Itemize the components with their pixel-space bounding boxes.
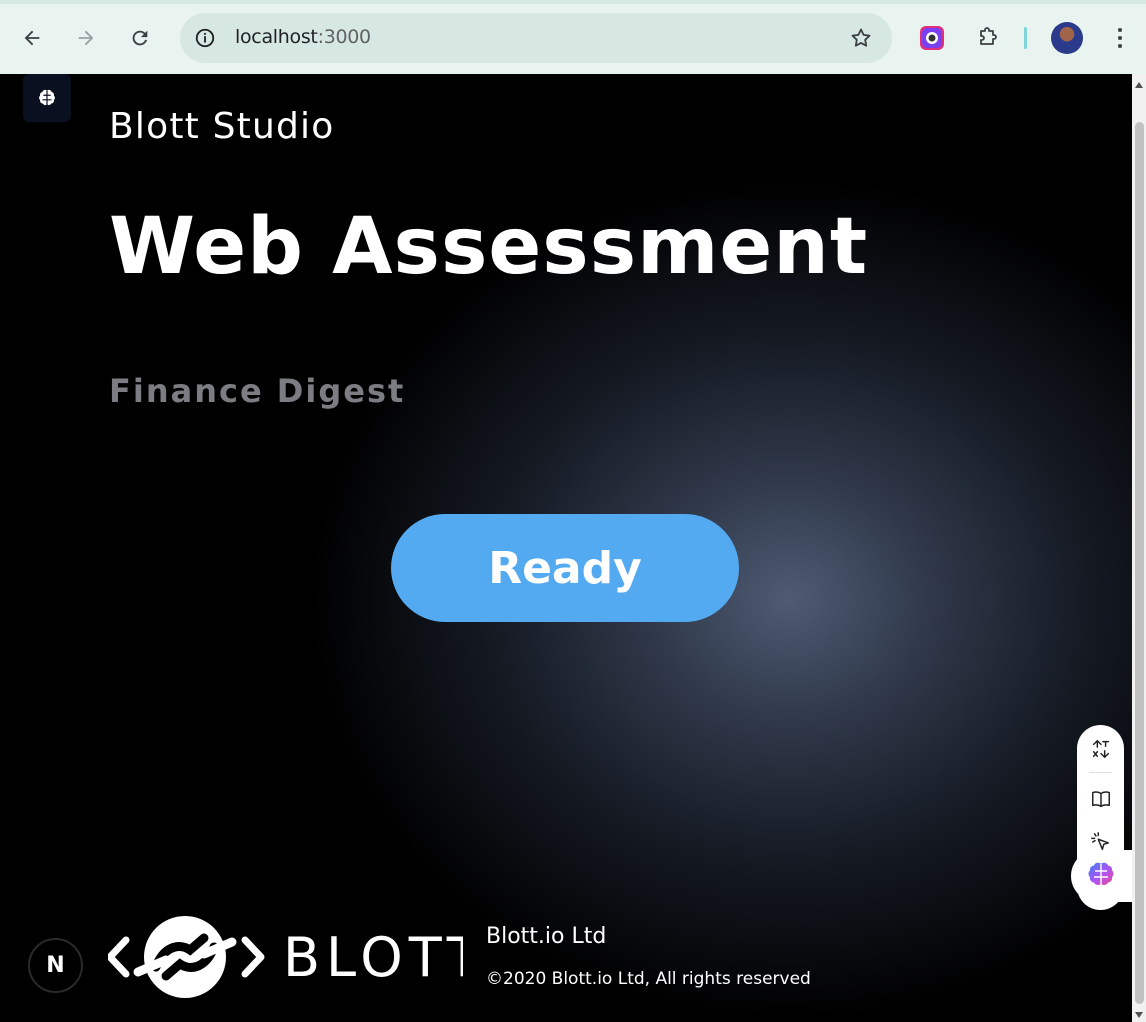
bookmark-star-icon[interactable] <box>848 25 874 51</box>
toolbar-divider <box>1024 27 1027 49</box>
scroll-up-arrow-icon[interactable] <box>1135 82 1143 88</box>
toolbar-top-edge <box>0 0 1146 4</box>
browser-menu-icon[interactable] <box>1104 22 1136 54</box>
ready-button[interactable]: Ready <box>391 514 739 622</box>
profile-avatar[interactable] <box>1051 22 1083 54</box>
camera-extension-icon[interactable] <box>916 22 948 54</box>
back-icon[interactable] <box>16 22 48 54</box>
page-scrollbar[interactable] <box>1132 74 1146 1022</box>
scrollbar-thumb[interactable] <box>1135 122 1144 1004</box>
side-toolbar-divider <box>1089 772 1112 773</box>
brain-extension-icon[interactable] <box>23 74 71 122</box>
nextjs-badge[interactable]: N <box>28 938 83 993</box>
logo-text: BLOTT <box>283 926 463 989</box>
book-icon[interactable] <box>1087 785 1115 813</box>
blott-logo: BLOTT <box>108 916 463 998</box>
reload-icon[interactable] <box>124 22 156 54</box>
url-text[interactable]: localhost:3000 <box>235 26 371 48</box>
footer-copyright: ©2020 Blott.io Ltd, All rights reserved <box>486 969 811 989</box>
address-bar[interactable]: localhost:3000 <box>180 13 892 63</box>
studio-title: Blott Studio <box>109 106 335 147</box>
browser-toolbar: localhost:3000 <box>0 0 1146 74</box>
translate-icon[interactable] <box>1087 735 1115 763</box>
url-port: :3000 <box>317 26 372 48</box>
scroll-down-arrow-icon[interactable] <box>1135 1012 1143 1018</box>
url-host: localhost <box>235 26 318 48</box>
brain-assistant-button[interactable] <box>1071 850 1132 902</box>
footer-company: Blott.io Ltd <box>486 924 607 949</box>
forward-icon[interactable] <box>70 22 102 54</box>
extensions-puzzle-icon[interactable] <box>972 22 1004 54</box>
page-headline: Web Assessment <box>109 202 869 292</box>
page-subheading: Finance Digest <box>109 372 406 410</box>
page-viewport: Blott Studio Web Assessment Finance Dige… <box>0 74 1132 1022</box>
site-info-icon[interactable] <box>192 25 218 51</box>
